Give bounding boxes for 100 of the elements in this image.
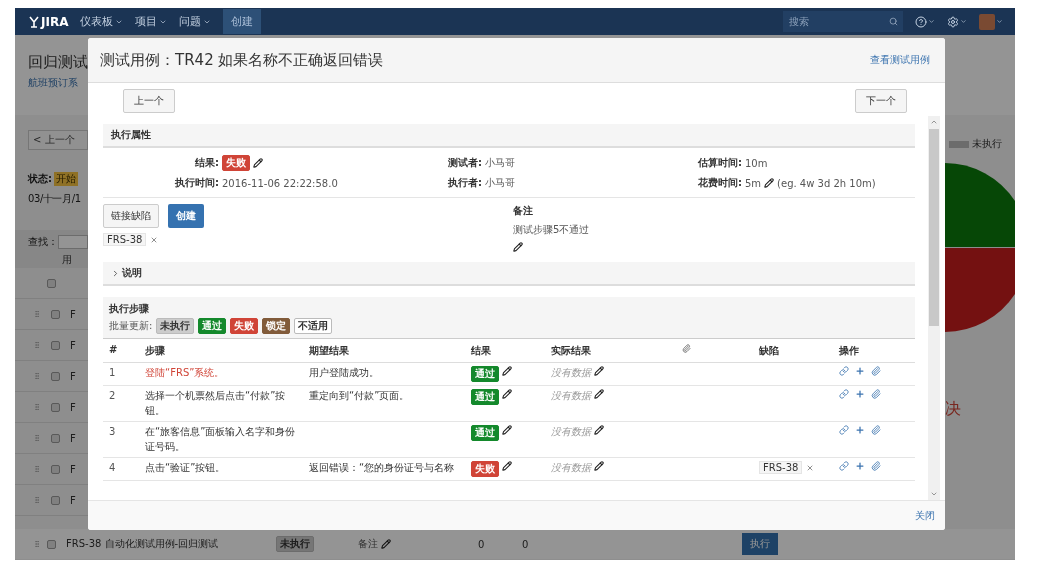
edit-icon[interactable] xyxy=(594,461,604,471)
step-text: 登陆“FRS”系统。 xyxy=(145,366,225,380)
defect-tag[interactable]: FRS-38 xyxy=(103,233,147,246)
drag-handle-icon[interactable] xyxy=(33,540,41,548)
close-link[interactable]: 关闭 xyxy=(915,508,935,523)
nav-menu[interactable]: 项目 xyxy=(135,14,168,29)
scroll-down-icon[interactable] xyxy=(930,490,938,498)
previous-button[interactable]: 上一个 xyxy=(123,89,175,113)
drag-handle-icon[interactable] xyxy=(33,310,41,318)
column-header: 实际结果 xyxy=(545,339,676,363)
dialog-title: 测试用例：TR42 如果名称不正确返回错误 xyxy=(100,50,384,70)
status-button[interactable]: 不适用 xyxy=(294,318,333,334)
column-header: # xyxy=(103,339,139,363)
drag-handle-icon[interactable] xyxy=(33,434,41,442)
note-text: 备注 xyxy=(358,537,378,551)
checkbox[interactable] xyxy=(51,464,60,474)
edit-icon[interactable] xyxy=(764,178,775,188)
checkbox[interactable] xyxy=(51,340,60,350)
edit-icon[interactable] xyxy=(594,389,604,399)
field-label: 执行时间: xyxy=(174,176,220,190)
remove-icon[interactable] xyxy=(806,463,815,472)
description-toggle[interactable]: 说明 xyxy=(103,262,915,286)
row-text: F xyxy=(70,463,76,475)
edit-icon[interactable] xyxy=(502,366,512,376)
column-header: 缺陷 xyxy=(753,339,833,363)
create-button[interactable]: 创建 xyxy=(168,204,204,228)
checkbox[interactable] xyxy=(51,309,60,319)
edit-icon[interactable] xyxy=(594,425,604,435)
nav-menu[interactable]: 问题 xyxy=(179,14,212,29)
step-number: 4 xyxy=(109,461,116,475)
defect-tag[interactable]: FRS-38 xyxy=(759,461,803,474)
edit-icon[interactable] xyxy=(502,461,512,471)
field-value: 5m xyxy=(745,177,762,189)
checkbox[interactable] xyxy=(51,433,60,443)
edit-icon[interactable] xyxy=(381,539,391,549)
nav-menu[interactable]: 仪表板 xyxy=(80,14,124,29)
project-link[interactable]: 航班预订系 xyxy=(28,76,78,90)
drag-handle-icon[interactable] xyxy=(33,372,41,380)
section-title: 执行步骤 xyxy=(109,302,149,316)
column-header: 期望结果 xyxy=(303,339,465,363)
status-button[interactable]: 未执行 xyxy=(156,318,195,334)
caret-icon xyxy=(928,18,935,25)
checkbox[interactable] xyxy=(51,371,60,381)
status-button[interactable]: 通过 xyxy=(198,318,227,334)
row-text: F xyxy=(70,401,76,413)
status-label: 状态: xyxy=(28,172,52,186)
status-button[interactable]: 锁定 xyxy=(262,318,291,334)
status-badge: 失败 xyxy=(222,155,250,171)
edit-icon[interactable] xyxy=(594,366,604,376)
edit-icon[interactable] xyxy=(502,389,512,399)
link-icon[interactable] xyxy=(839,461,849,471)
field-label: 花费时间: xyxy=(697,176,743,190)
view-test-case-link[interactable]: 查看测试用例 xyxy=(870,53,930,67)
field-label: 估算时间: xyxy=(697,156,743,170)
drag-handle-icon[interactable] xyxy=(33,341,41,349)
actual-result: 没有数据 xyxy=(551,461,591,475)
attachment-icon[interactable] xyxy=(871,461,881,471)
edit-icon[interactable] xyxy=(253,158,263,168)
create-button[interactable]: 创建 xyxy=(223,9,262,34)
attachment-icon[interactable] xyxy=(871,366,881,376)
drag-handle-icon[interactable] xyxy=(33,465,41,473)
comment-label: 备注 xyxy=(513,204,533,218)
count-text: 0 xyxy=(522,538,530,550)
find-field[interactable] xyxy=(58,235,88,249)
status-button[interactable]: 失败 xyxy=(230,318,259,334)
attachment-icon[interactable] xyxy=(871,425,881,435)
edit-icon[interactable] xyxy=(513,242,523,252)
add-icon[interactable] xyxy=(855,366,865,376)
count-text: 0 xyxy=(478,538,486,550)
scrollbar[interactable] xyxy=(928,116,940,500)
row-text: F xyxy=(70,339,76,351)
avatar-button[interactable] xyxy=(979,13,1003,30)
checkbox[interactable] xyxy=(47,278,56,288)
field-value: 小马哥 xyxy=(485,156,515,170)
checkbox[interactable] xyxy=(51,495,60,505)
attachment-icon[interactable] xyxy=(871,389,881,399)
search-icon xyxy=(889,17,898,26)
add-icon[interactable] xyxy=(855,389,865,399)
checkbox[interactable] xyxy=(47,539,56,549)
edit-icon[interactable] xyxy=(502,425,512,435)
add-icon[interactable] xyxy=(855,461,865,471)
scroll-up-icon[interactable] xyxy=(930,118,938,126)
logo[interactable]: JIRA xyxy=(29,14,69,29)
settings-button[interactable] xyxy=(947,15,967,28)
drag-handle-icon[interactable] xyxy=(33,496,41,504)
link-defect-button[interactable]: 链接缺陷 xyxy=(103,204,159,228)
expected-result: 用户登陆成功。 xyxy=(309,366,379,380)
help-button[interactable] xyxy=(915,15,935,28)
search-field[interactable]: 搜索 xyxy=(783,11,903,32)
execute-button[interactable]: 执行 xyxy=(742,533,778,555)
next-button[interactable]: 下一个 xyxy=(855,89,907,113)
chevron-right-icon xyxy=(111,268,120,278)
link-icon[interactable] xyxy=(839,389,849,399)
drag-handle-icon[interactable] xyxy=(33,403,41,411)
link-icon[interactable] xyxy=(839,366,849,376)
checkbox[interactable] xyxy=(51,402,60,412)
remove-icon[interactable] xyxy=(150,235,159,244)
add-icon[interactable] xyxy=(855,425,865,435)
link-icon[interactable] xyxy=(839,425,849,435)
field-hint: (eg. 4w 3d 2h 10m) xyxy=(777,177,876,189)
